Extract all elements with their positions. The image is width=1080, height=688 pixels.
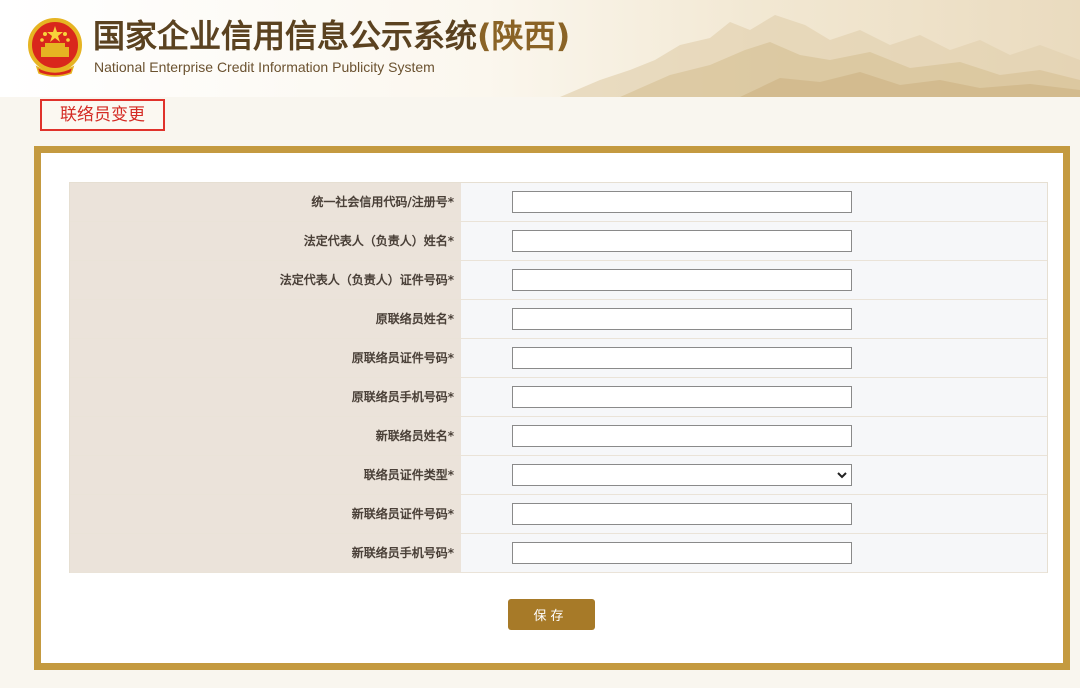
site-title-main: 国家企业信用信息公示系统 (93, 17, 478, 55)
new-contact-name-label: 新联络员姓名* (70, 417, 461, 455)
form-row-old-contact-name: 原联络员姓名* (70, 300, 1047, 339)
legal-rep-id-label: 法定代表人（负责人）证件号码* (70, 261, 461, 299)
form-row-new-contact-name: 新联络员姓名* (70, 417, 1047, 456)
form-row-old-contact-phone: 原联络员手机号码* (70, 378, 1047, 417)
legal-rep-id-input[interactable] (512, 269, 852, 291)
new-contact-id-input[interactable] (512, 503, 852, 525)
form-row-id-type: 联络员证件类型* (70, 456, 1047, 495)
id-type-label: 联络员证件类型* (70, 456, 461, 494)
legal-rep-name-label: 法定代表人（负责人）姓名* (70, 222, 461, 260)
new-contact-name-input[interactable] (512, 425, 852, 447)
old-contact-id-label: 原联络员证件号码* (70, 339, 461, 377)
new-contact-id-label: 新联络员证件号码* (70, 495, 461, 533)
old-contact-name-label: 原联络员姓名* (70, 300, 461, 338)
mountain-landscape-banner (560, 15, 1080, 97)
page-tab-title: 联络员变更 (40, 99, 165, 131)
form-row-legal-rep-id: 法定代表人（负责人）证件号码* (70, 261, 1047, 300)
chevron-down-icon (837, 471, 847, 478)
credit-code-label: 统一社会信用代码/注册号* (70, 183, 461, 221)
new-contact-phone-label: 新联络员手机号码* (70, 534, 461, 572)
form-row-new-contact-phone: 新联络员手机号码* (70, 534, 1047, 573)
new-contact-phone-input[interactable] (512, 542, 852, 564)
site-header: 国家企业信用信息公示系统(陕西) National Enterprise Cre… (0, 0, 1080, 97)
form-row-new-contact-id: 新联络员证件号码* (70, 495, 1047, 534)
form-panel: 统一社会信用代码/注册号* 法定代表人（负责人）姓名* 法定代表人（负责人）证件… (34, 146, 1070, 670)
contact-change-form: 统一社会信用代码/注册号* 法定代表人（负责人）姓名* 法定代表人（负责人）证件… (69, 182, 1048, 573)
form-row-legal-rep-name: 法定代表人（负责人）姓名* (70, 222, 1047, 261)
site-title-region: (陕西) (477, 17, 571, 55)
id-type-select[interactable] (512, 464, 852, 486)
site-title-english: National Enterprise Credit Information P… (94, 59, 435, 75)
national-emblem-icon (28, 18, 82, 77)
credit-code-input[interactable] (512, 191, 852, 213)
legal-rep-name-input[interactable] (512, 230, 852, 252)
old-contact-phone-input[interactable] (512, 386, 852, 408)
old-contact-name-input[interactable] (512, 308, 852, 330)
old-contact-id-input[interactable] (512, 347, 852, 369)
site-title: 国家企业信用信息公示系统(陕西) (93, 16, 570, 56)
form-row-credit-code: 统一社会信用代码/注册号* (70, 183, 1047, 222)
save-button[interactable]: 保存 (508, 599, 595, 630)
old-contact-phone-label: 原联络员手机号码* (70, 378, 461, 416)
form-row-old-contact-id: 原联络员证件号码* (70, 339, 1047, 378)
